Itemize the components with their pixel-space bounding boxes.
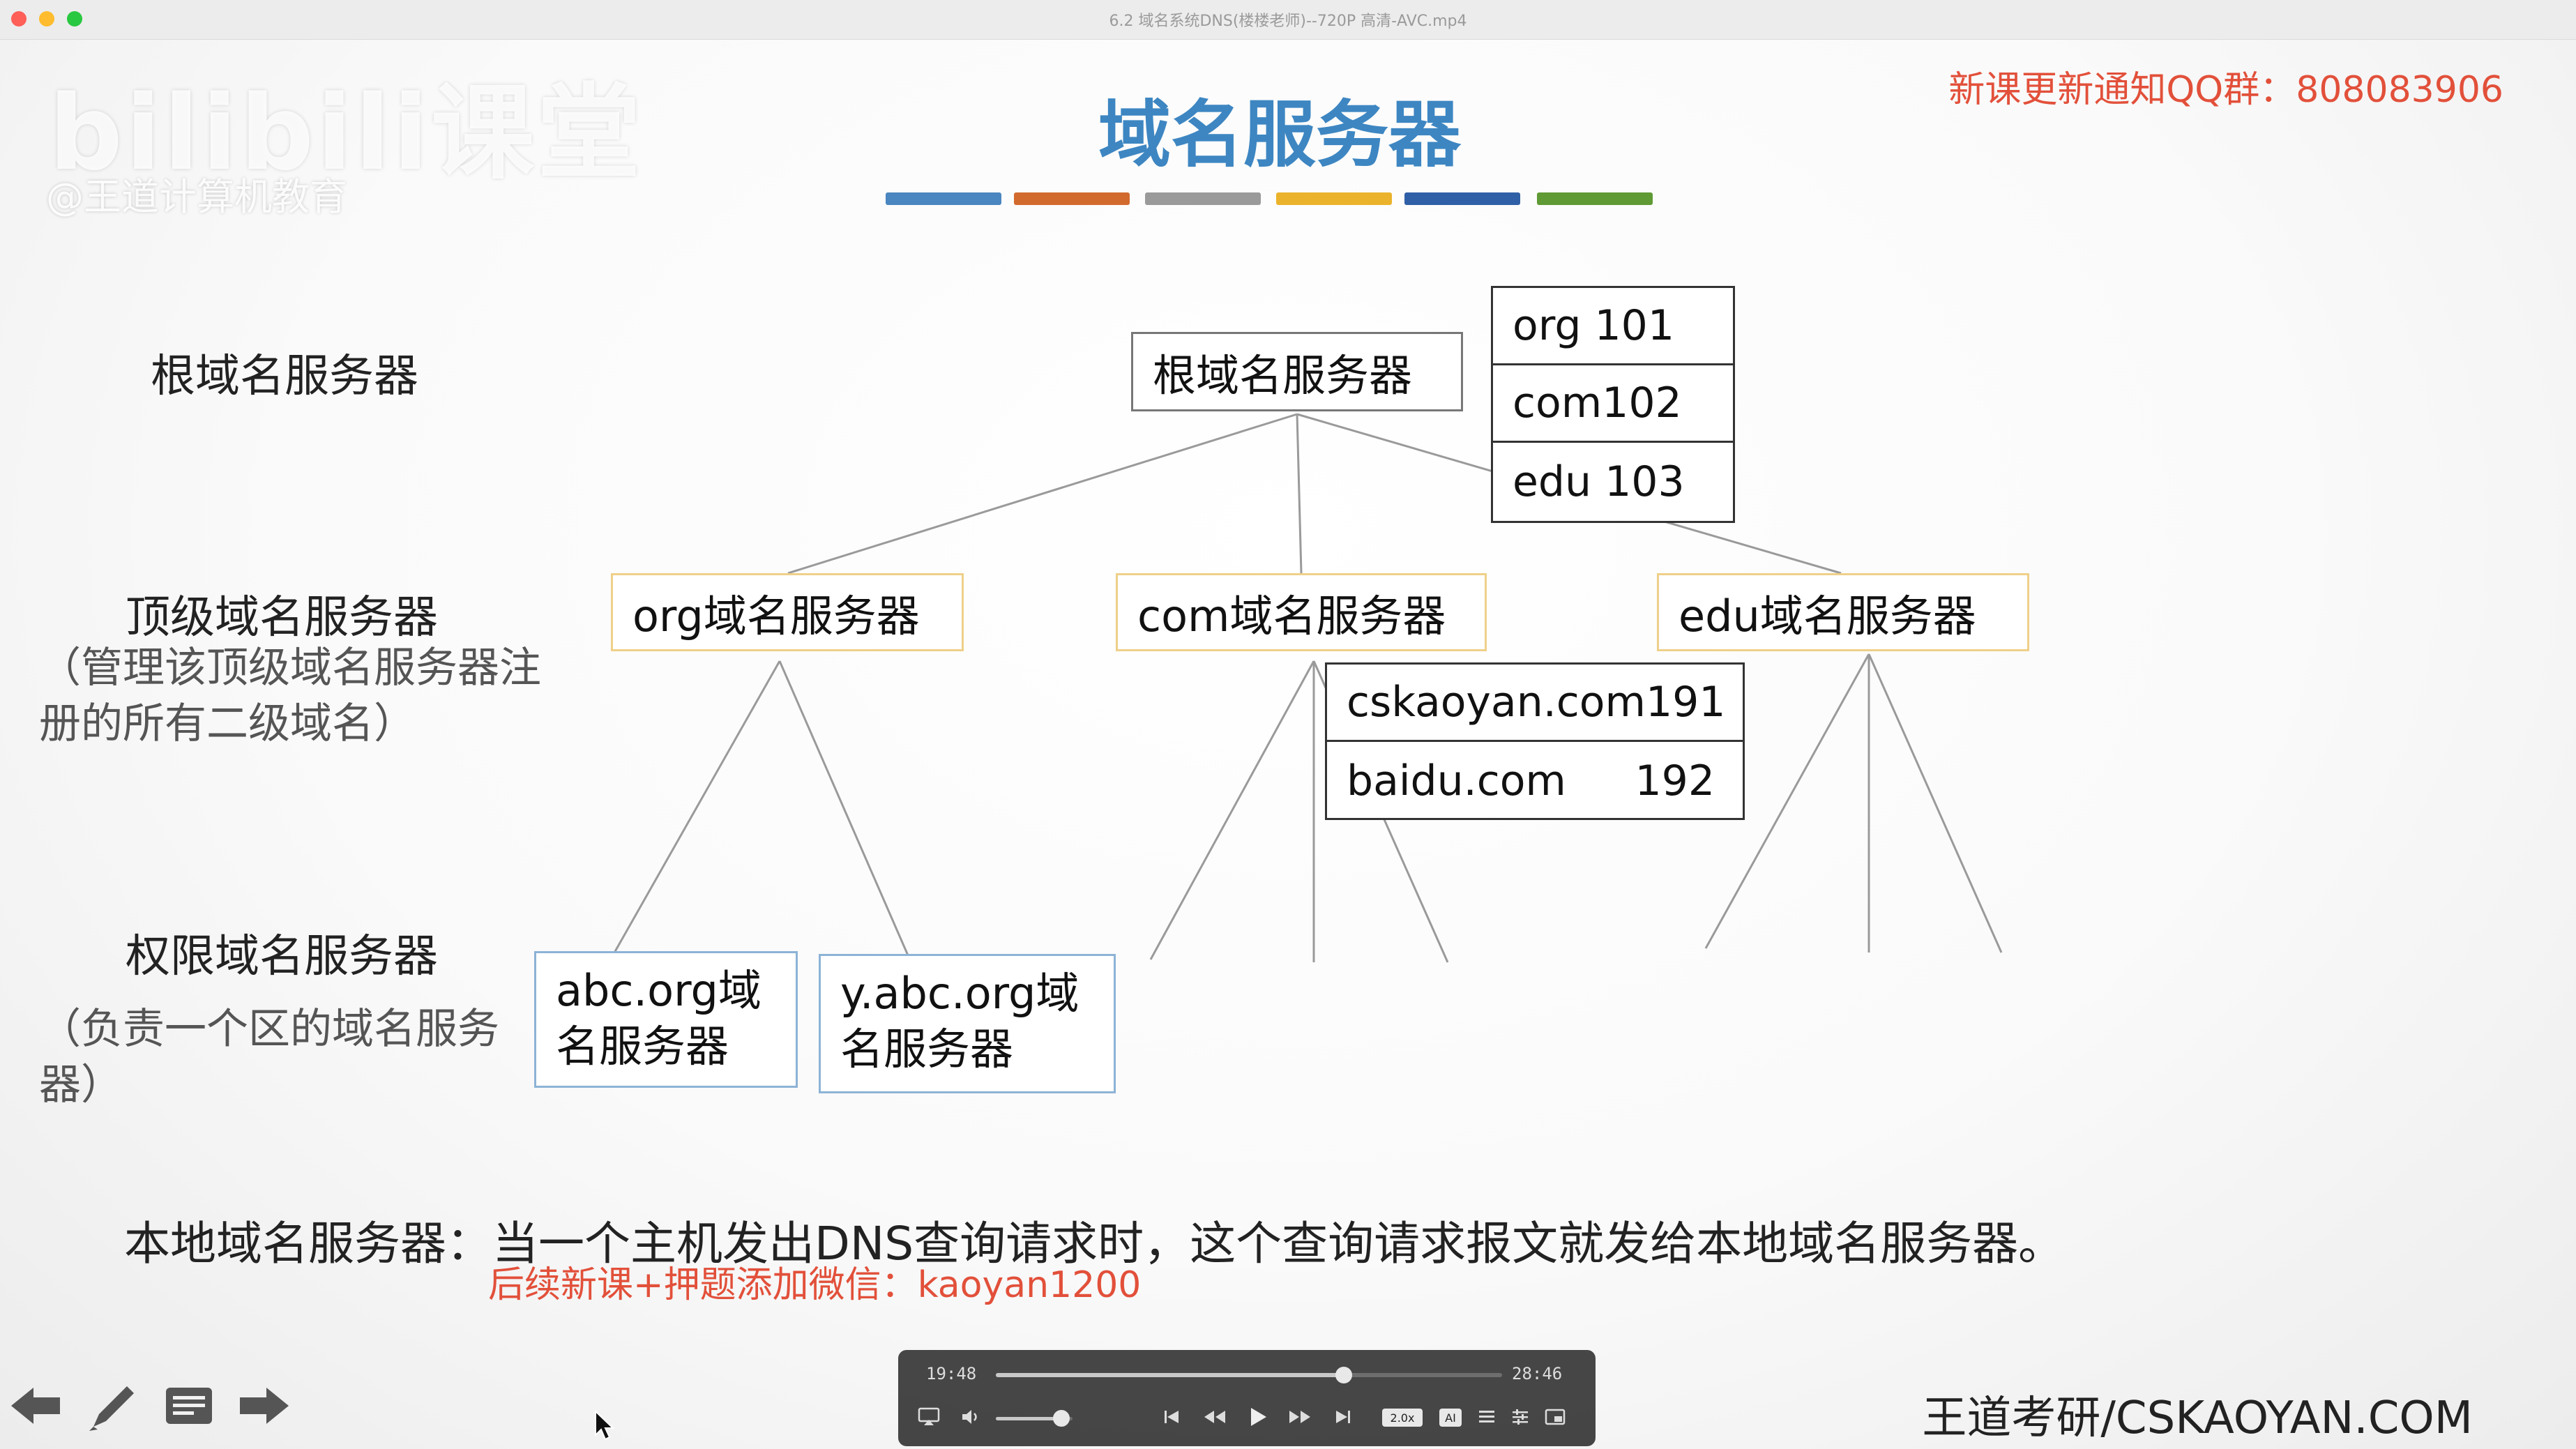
rewind-icon[interactable] — [1201, 1403, 1229, 1431]
root-server-node: 根域名服务器 — [1131, 332, 1463, 411]
mouse-cursor-icon — [594, 1409, 615, 1443]
table-row: com102 — [1493, 365, 1733, 443]
connector-line — [612, 660, 781, 955]
level-label-root: 根域名服务器 — [151, 351, 418, 402]
airplay-icon[interactable] — [915, 1403, 943, 1431]
picture-in-picture-icon[interactable] — [1541, 1403, 1569, 1431]
adjust-settings-icon[interactable] — [1506, 1403, 1534, 1431]
record-name: baidu.com — [1347, 756, 1566, 805]
video-player-controls: 19:48 28:46 2.0x AI — [898, 1350, 1596, 1446]
next-slide-icon[interactable] — [237, 1385, 290, 1429]
table-row: org 101 — [1493, 288, 1733, 365]
y-abc-org-server-node: y.abc.org域名服务器 — [819, 954, 1116, 1093]
record-name: edu 103 — [1513, 457, 1685, 506]
ai-button[interactable]: AI — [1439, 1409, 1462, 1427]
fast-forward-icon[interactable] — [1286, 1403, 1314, 1431]
skip-next-icon[interactable] — [1329, 1403, 1357, 1431]
volume-fill — [996, 1417, 1061, 1420]
current-time: 19:48 — [926, 1364, 977, 1383]
video-window: 6.2 域名系统DNS(楼楼老师)--720P 高清-AVC.mp4 bilib… — [0, 0, 2576, 1449]
progress-bar[interactable] — [996, 1367, 1502, 1383]
connector-line — [1149, 660, 1315, 960]
progress-knob[interactable] — [1335, 1367, 1353, 1383]
menu-icon[interactable] — [165, 1386, 213, 1428]
playback-speed-button[interactable]: 2.0x — [1382, 1409, 1423, 1427]
record-name: org 101 — [1513, 301, 1675, 350]
volume-icon[interactable] — [957, 1403, 985, 1431]
connector-line — [787, 413, 1298, 575]
volume-knob[interactable] — [1052, 1410, 1070, 1427]
connector-line — [778, 660, 909, 956]
playlist-icon[interactable] — [1473, 1403, 1501, 1431]
connector-line — [1867, 653, 2003, 953]
volume-slider[interactable] — [996, 1410, 1073, 1427]
table-row: cskaoyan.com 191 — [1327, 665, 1743, 742]
record-name: com102 — [1513, 379, 1682, 427]
wechat-notice: 后续新课+押题添加微信：kaoyan1200 — [488, 1264, 1142, 1306]
record-value: 191 — [1645, 678, 1726, 727]
previous-slide-icon[interactable] — [10, 1385, 63, 1429]
org-server-node: org域名服务器 — [611, 573, 964, 651]
com-server-node: com域名服务器 — [1116, 573, 1487, 651]
table-row: baidu.com 192 — [1327, 742, 1743, 819]
level-label-tld: 顶级域名服务器 — [126, 592, 438, 644]
com-record-table: cskaoyan.com 191 baidu.com 192 — [1325, 662, 1745, 820]
progress-fill — [996, 1373, 1344, 1377]
level-label-auth: 权限域名服务器 — [126, 931, 438, 983]
brand-footer: 王道考研/CSKAOYAN.COM — [1922, 1393, 2473, 1444]
total-time: 28:46 — [1512, 1364, 1563, 1383]
level-note-auth: （负责一个区的域名服务器） — [39, 1005, 499, 1109]
skip-previous-icon[interactable] — [1158, 1403, 1185, 1431]
record-value: 192 — [1635, 756, 1715, 805]
record-name: cskaoyan.com — [1347, 678, 1646, 727]
pen-icon[interactable] — [86, 1378, 142, 1436]
connector-line — [1296, 414, 1303, 574]
level-note-tld: （管理该顶级域名服务器注册的所有二级域名） — [39, 644, 541, 748]
play-icon[interactable] — [1244, 1403, 1272, 1431]
abc-org-server-node: abc.org域名服务器 — [534, 951, 798, 1088]
edu-server-node: edu域名服务器 — [1657, 573, 2029, 651]
table-row: edu 103 — [1493, 443, 1733, 520]
root-record-table: org 101 com102 edu 103 — [1491, 286, 1735, 523]
